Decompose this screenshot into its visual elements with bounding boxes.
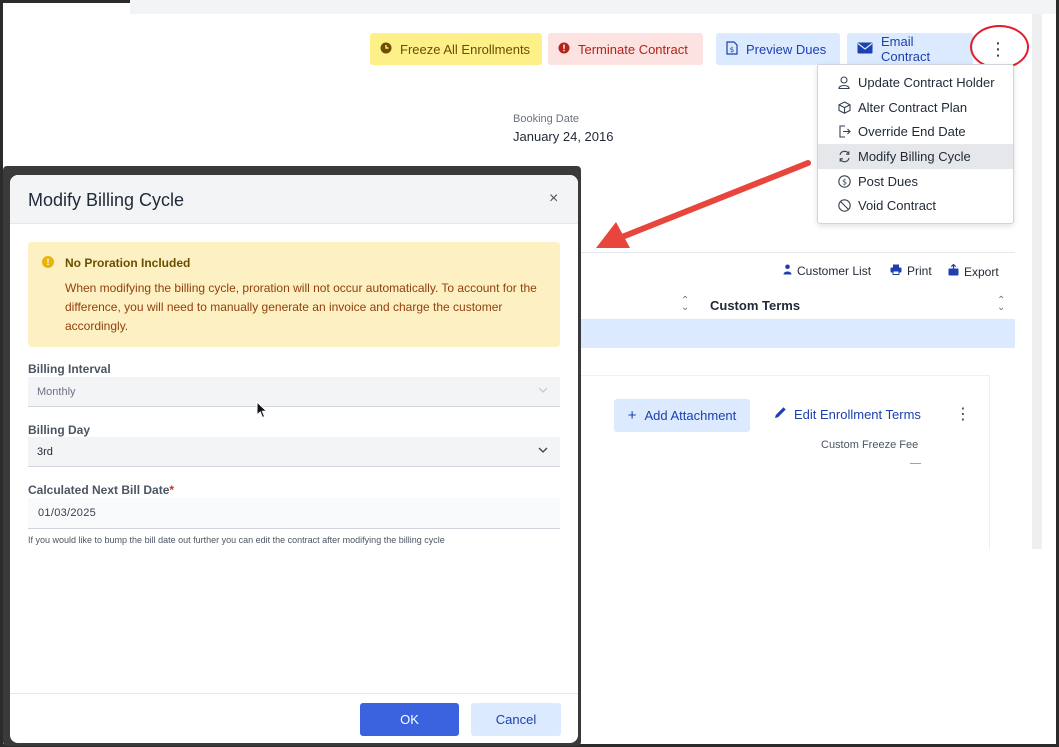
menu-item-label: Post Dues xyxy=(858,173,918,189)
terminate-contract-button[interactable]: Terminate Contract xyxy=(548,33,703,65)
next-bill-date-label-text: Calculated Next Bill Date xyxy=(28,483,170,497)
cycle-icon xyxy=(837,149,851,163)
email-contract-button[interactable]: Email Contract xyxy=(847,33,973,65)
proration-alert: ! No Proration Included When modifying t… xyxy=(28,242,560,347)
email-contract-label: Email Contract xyxy=(881,34,931,64)
terminate-contract-label: Terminate Contract xyxy=(578,41,688,57)
freeze-all-enrollments-button[interactable]: Freeze All Enrollments xyxy=(370,33,542,65)
print-label: Print xyxy=(907,264,932,278)
billing-day-select[interactable]: 3rd xyxy=(28,437,560,467)
table-divider xyxy=(578,252,1015,253)
required-marker: * xyxy=(169,483,175,497)
print-button[interactable]: Print xyxy=(890,264,932,278)
alert-body: When modifying the billing cycle, prorat… xyxy=(65,281,537,333)
modify-billing-cycle-dialog: Modify Billing Cycle × ! No Proration In… xyxy=(10,175,578,743)
freeze-all-enrollments-label: Freeze All Enrollments xyxy=(400,41,531,57)
billing-interval-select[interactable]: Monthly xyxy=(28,377,560,407)
custom-freeze-fee-value xyxy=(910,463,921,464)
ok-button[interactable]: OK xyxy=(360,703,459,736)
export-button[interactable]: Export xyxy=(948,263,999,279)
menu-item-label: Modify Billing Cycle xyxy=(858,148,971,164)
custom-terms-column-header[interactable]: Custom Terms xyxy=(710,298,800,313)
add-attachment-label: Add Attachment xyxy=(644,408,737,423)
export-icon xyxy=(948,263,959,279)
menu-item-label: Void Contract xyxy=(858,198,937,214)
clock-icon xyxy=(380,42,392,57)
svg-text:$: $ xyxy=(841,177,846,186)
booking-date-label: Booking Date xyxy=(513,113,580,125)
menu-item-post-dues[interactable]: $ Post Dues xyxy=(818,169,1013,194)
dialog-title: Modify Billing Cycle xyxy=(28,190,185,210)
menu-item-update-contract-holder[interactable]: Update Contract Holder xyxy=(818,70,1013,95)
chevron-down-icon xyxy=(538,445,548,456)
customer-list-button[interactable]: Customer List xyxy=(783,264,871,278)
table-row[interactable] xyxy=(578,320,1015,348)
person-icon xyxy=(783,264,792,278)
custom-freeze-fee-label: Custom Freeze Fee xyxy=(821,439,919,451)
cancel-button[interactable]: Cancel xyxy=(471,703,561,736)
export-label: Export xyxy=(964,264,999,279)
next-bill-date-field[interactable]: 01/03/2025 xyxy=(28,498,560,529)
menu-item-override-end-date[interactable]: Override End Date xyxy=(818,119,1013,144)
document-dollar-icon: $ xyxy=(726,40,738,58)
contract-actions-menu: Update Contract Holder Alter Contract Pl… xyxy=(817,64,1014,224)
cube-icon xyxy=(837,100,851,114)
booking-date-value: January 24, 2016 xyxy=(513,129,614,144)
svg-text:$: $ xyxy=(730,46,734,54)
customer-list-label: Customer List xyxy=(797,264,872,278)
menu-item-label: Override End Date xyxy=(858,124,966,140)
chevron-down-icon xyxy=(538,385,548,396)
annotation-circle xyxy=(970,25,1029,69)
add-attachment-button[interactable]: + Add Attachment xyxy=(614,399,750,432)
mouse-cursor-icon xyxy=(256,401,268,419)
close-icon[interactable]: × xyxy=(549,190,558,208)
billing-day-value: 3rd xyxy=(37,445,53,458)
sort-icon[interactable]: ⌃ ⌄ xyxy=(997,296,1005,313)
top-bar-background xyxy=(130,0,1056,14)
preview-dues-label: Preview Dues xyxy=(746,41,827,57)
warning-icon: ! xyxy=(42,256,54,268)
menu-item-void-contract[interactable]: Void Contract xyxy=(818,193,1013,218)
alert-circle-icon xyxy=(558,42,570,57)
alert-title: No Proration Included xyxy=(65,256,191,270)
plus-icon: + xyxy=(627,407,637,424)
edit-enrollment-terms-button[interactable]: Edit Enrollment Terms xyxy=(774,406,921,422)
dollar-icon: $ xyxy=(837,174,851,188)
billing-day-label: Billing Day xyxy=(28,423,91,437)
menu-item-label: Update Contract Holder xyxy=(858,74,995,90)
envelope-icon xyxy=(857,42,873,57)
menu-item-label: Alter Contract Plan xyxy=(858,99,968,115)
dialog-footer-divider xyxy=(10,693,578,694)
preview-dues-button[interactable]: $ Preview Dues xyxy=(716,33,840,65)
menu-item-modify-billing-cycle[interactable]: Modify Billing Cycle xyxy=(818,144,1013,169)
edit-enrollment-terms-label: Edit Enrollment Terms xyxy=(794,406,921,422)
ban-icon xyxy=(837,199,851,213)
next-bill-date-label: Calculated Next Bill Date* xyxy=(28,483,174,497)
printer-icon xyxy=(890,264,902,278)
help-text: If you would like to bump the bill date … xyxy=(28,535,445,545)
exit-icon xyxy=(837,125,851,139)
billing-interval-label: Billing Interval xyxy=(28,362,111,376)
billing-interval-value: Monthly xyxy=(37,385,76,398)
more-options-icon[interactable]: ⋮ xyxy=(955,404,971,424)
sort-icon[interactable]: ⌃ ⌄ xyxy=(681,296,689,313)
pencil-icon xyxy=(774,406,787,422)
menu-item-alter-contract-plan[interactable]: Alter Contract Plan xyxy=(818,95,1013,120)
dialog-header: Modify Billing Cycle × xyxy=(10,175,578,224)
page-scrollbar-track[interactable] xyxy=(1032,14,1042,549)
user-icon xyxy=(837,75,851,89)
